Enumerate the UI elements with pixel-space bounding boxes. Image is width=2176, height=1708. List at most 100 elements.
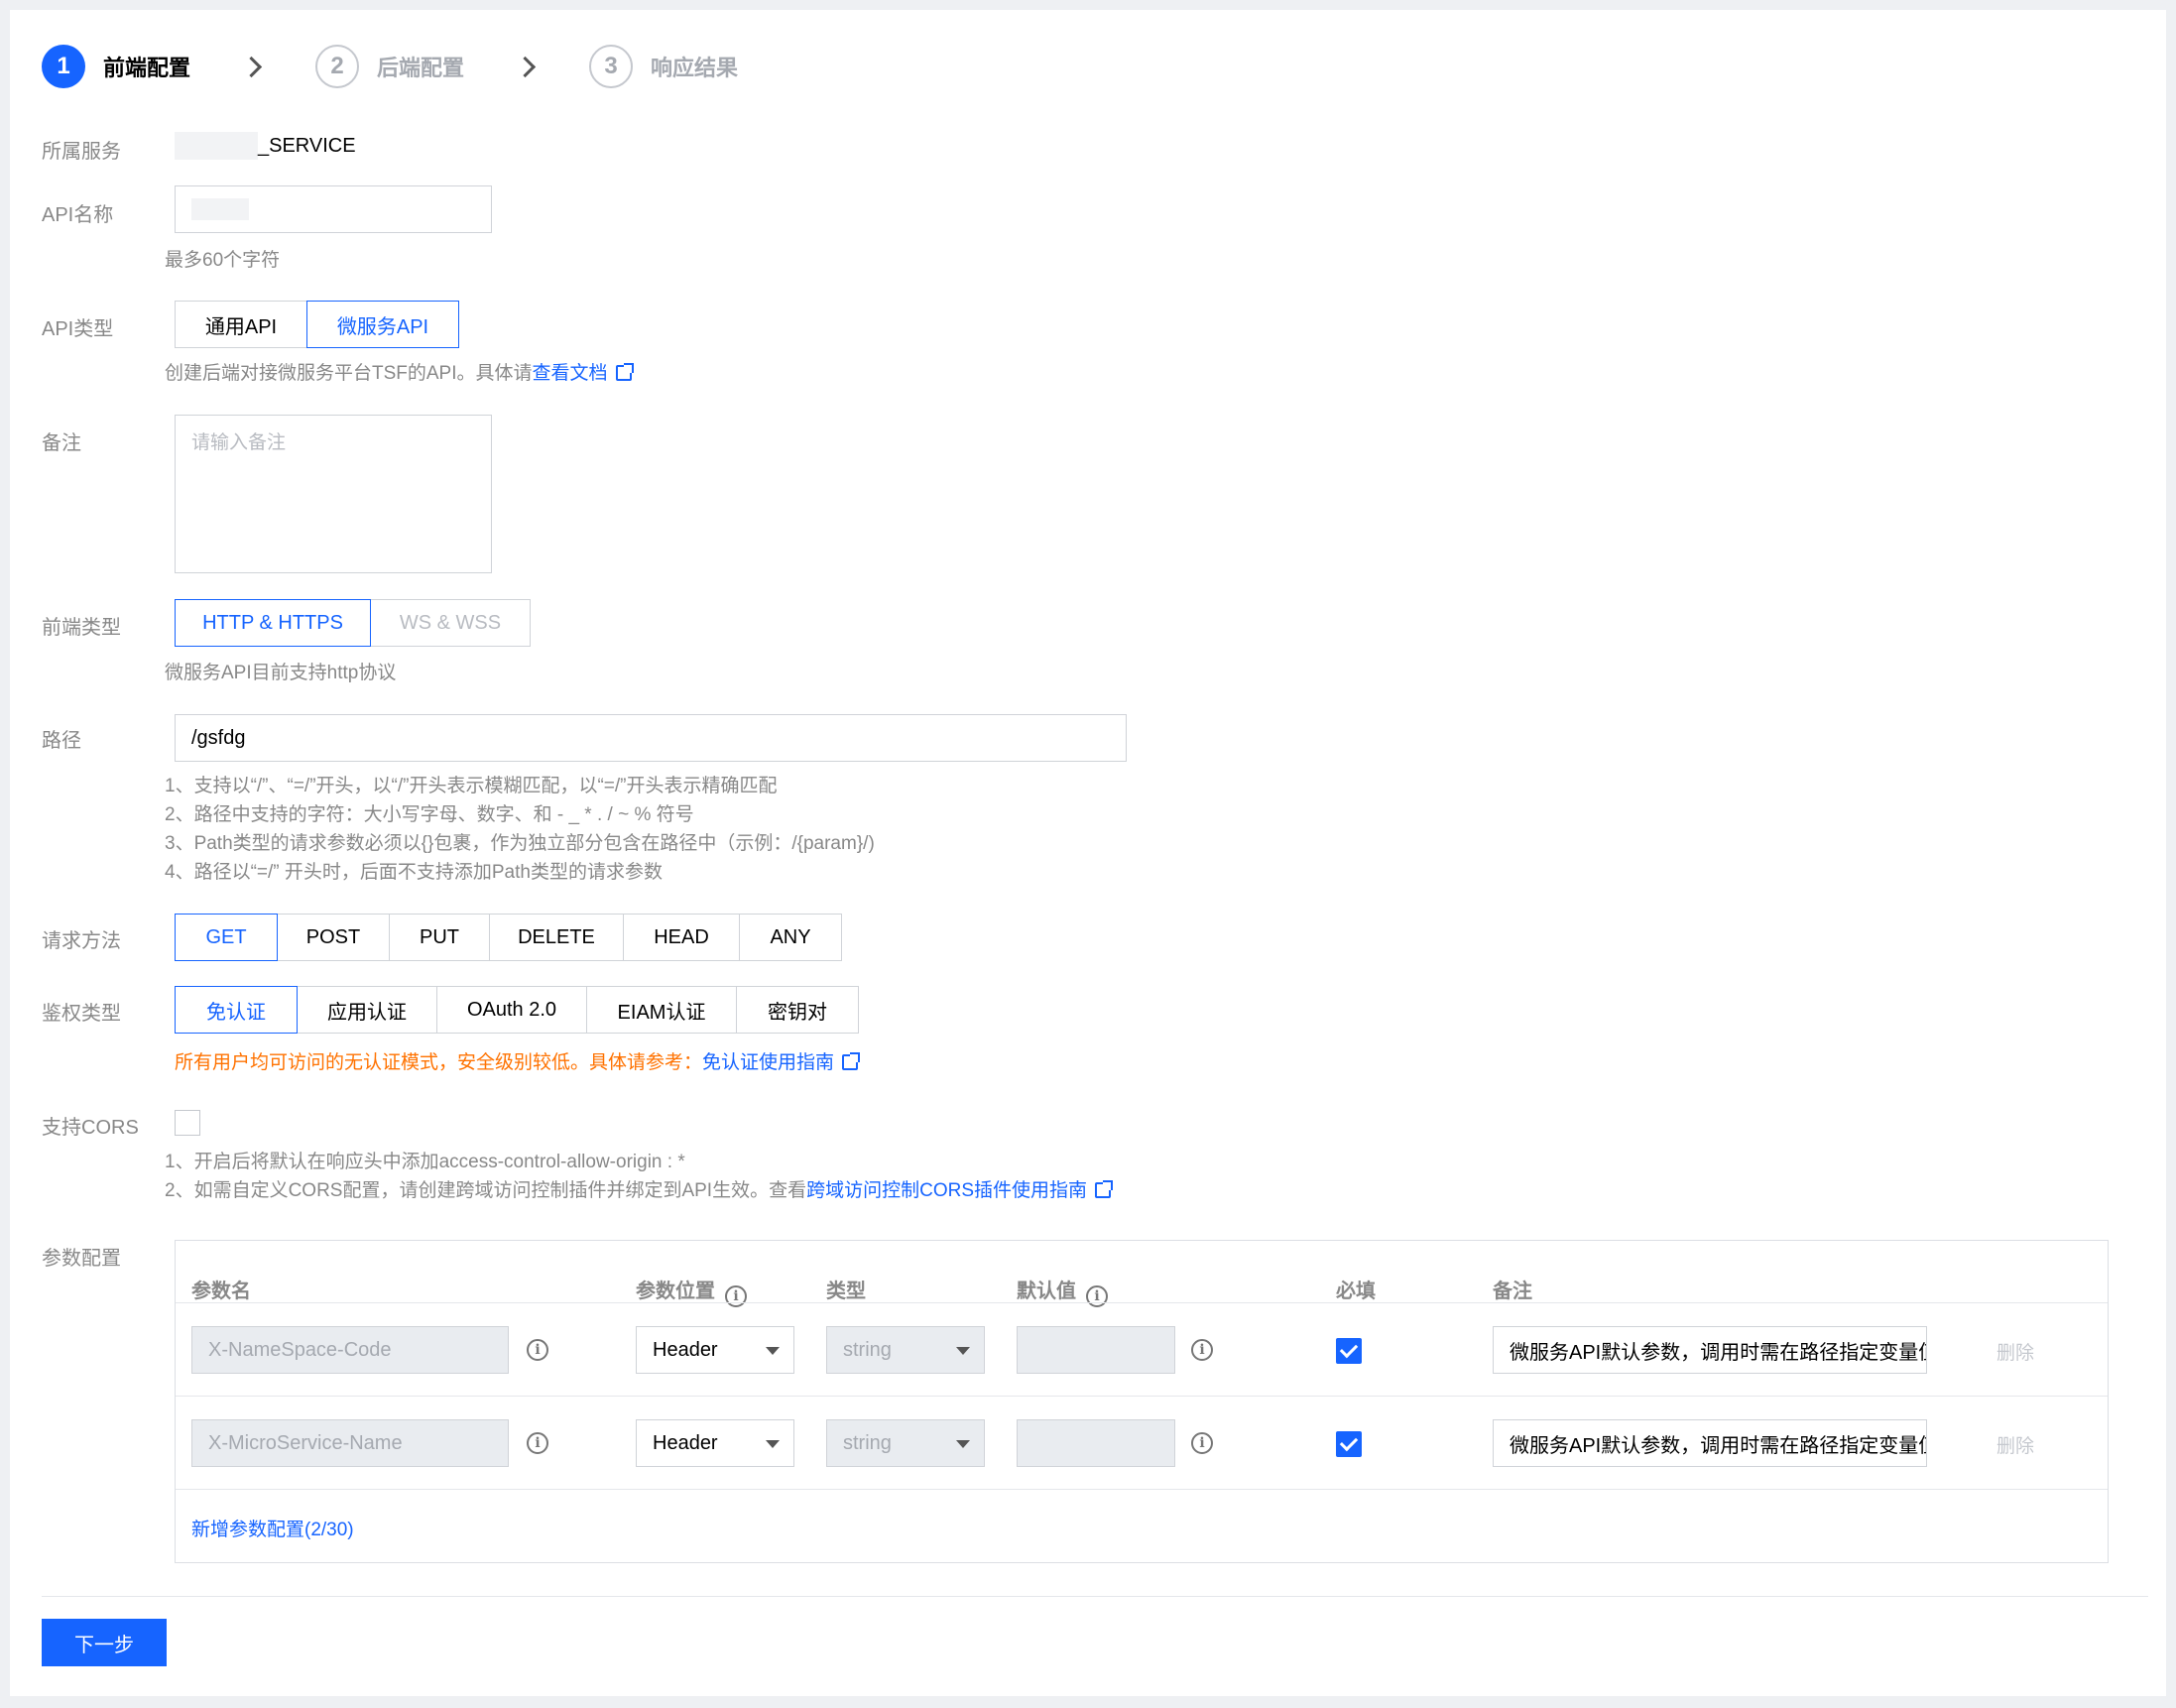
param-type-value: string bbox=[843, 1431, 892, 1454]
method-head-button[interactable]: HEAD bbox=[623, 914, 740, 961]
redacted-block bbox=[175, 132, 258, 160]
step-response[interactable]: 3 响应结果 bbox=[589, 45, 738, 88]
param-position-select[interactable]: Header bbox=[636, 1419, 794, 1467]
frontend-type-label: 前端类型 bbox=[42, 617, 121, 639]
api-type-general-button[interactable]: 通用API bbox=[175, 301, 307, 348]
auth-label: 鉴权类型 bbox=[42, 1003, 121, 1025]
info-icon[interactable]: i bbox=[1191, 1432, 1213, 1454]
auth-keypair-button[interactable]: 密钥对 bbox=[736, 986, 859, 1034]
api-name-label: API名称 bbox=[42, 204, 114, 226]
col-header-type: 类型 bbox=[826, 1281, 866, 1302]
step-label: 响应结果 bbox=[651, 56, 739, 80]
method-any-button[interactable]: ANY bbox=[739, 914, 842, 961]
add-param-link[interactable]: 新增参数配置(2/30) bbox=[191, 1515, 354, 1541]
path-hint-line: 1、支持以“/”、“=/”开头，以“/”开头表示模糊匹配，以“=/”开头表示精确… bbox=[165, 776, 778, 796]
param-position-select[interactable]: Header bbox=[636, 1326, 794, 1374]
external-link-icon[interactable] bbox=[1095, 1180, 1113, 1198]
step-number: 3 bbox=[589, 45, 634, 88]
api-type-hint-text: 创建后端对接微服务平台TSF的API。具体请 bbox=[165, 363, 533, 384]
param-type-select: string bbox=[826, 1419, 985, 1467]
step-frontend[interactable]: 1 前端配置 bbox=[42, 45, 190, 88]
col-header-name: 参数名 bbox=[191, 1281, 251, 1302]
step-label: 前端配置 bbox=[103, 56, 191, 80]
service-value-wrap: _SERVICE bbox=[175, 131, 356, 161]
caret-down-icon bbox=[766, 1347, 780, 1355]
auth-app-button[interactable]: 应用认证 bbox=[297, 986, 437, 1034]
path-hint-line: 4、路径以“=/” 开头时，后面不支持添加Path类型的请求参数 bbox=[165, 862, 663, 883]
path-input[interactable]: /gsfdg bbox=[175, 714, 1127, 762]
info-icon[interactable]: i bbox=[1086, 1285, 1108, 1307]
param-remark-input[interactable]: 微服务API默认参数，调用时需在路径指定变量值 bbox=[1493, 1419, 1927, 1467]
param-position-value: Header bbox=[653, 1431, 718, 1454]
step-backend[interactable]: 2 后端配置 bbox=[315, 45, 464, 88]
param-required-checkbox bbox=[1336, 1338, 1362, 1364]
cors-hint-line: 2、如需自定义CORS配置，请创建跨域访问控制插件并绑定到API生效。查看跨域访… bbox=[165, 1176, 1113, 1205]
view-docs-link[interactable]: 查看文档 bbox=[533, 363, 608, 384]
api-type-segmented: 通用API 微服务API bbox=[175, 301, 459, 348]
remark-textarea[interactable] bbox=[175, 415, 492, 573]
step-label: 后端配置 bbox=[377, 56, 465, 80]
method-segmented: GET POST PUT DELETE HEAD ANY bbox=[175, 914, 842, 961]
auth-warning-text: 所有用户均可访问的无认证模式，安全级别较低。具体请参考： bbox=[175, 1052, 703, 1073]
col-header-default-text: 默认值 bbox=[1017, 1281, 1076, 1302]
param-remark-input[interactable]: 微服务API默认参数，调用时需在路径指定变量值 bbox=[1493, 1326, 1927, 1374]
cors-hint-line: 1、开启后将默认在响应头中添加access-control-allow-orig… bbox=[165, 1152, 685, 1172]
info-icon[interactable]: i bbox=[527, 1432, 548, 1454]
col-header-position-text: 参数位置 bbox=[636, 1281, 715, 1302]
method-put-button[interactable]: PUT bbox=[389, 914, 490, 961]
path-hint-line: 3、Path类型的请求参数必须以{}包裹，作为独立部分包含在路径中（示例：/{p… bbox=[165, 833, 875, 854]
path-hints: 1、支持以“/”、“=/”开头，以“/”开头表示模糊匹配，以“=/”开头表示精确… bbox=[165, 772, 875, 887]
api-type-microservice-button[interactable]: 微服务API bbox=[306, 301, 459, 348]
method-delete-button[interactable]: DELETE bbox=[489, 914, 624, 961]
stepper: 1 前端配置 2 后端配置 3 响应结果 bbox=[42, 44, 738, 89]
next-step-button[interactable]: 下一步 bbox=[42, 1619, 167, 1666]
service-value: _SERVICE bbox=[258, 134, 356, 157]
frontend-http-button[interactable]: HTTP & HTTPS bbox=[175, 599, 371, 647]
auth-oauth-button[interactable]: OAuth 2.0 bbox=[436, 986, 587, 1034]
path-hint-line: 2、路径中支持的字符：大小写字母、数字、和 - _ * . / ~ % 符号 bbox=[165, 804, 694, 825]
row-divider bbox=[176, 1302, 2108, 1303]
method-label: 请求方法 bbox=[42, 930, 121, 952]
external-link-icon[interactable] bbox=[842, 1052, 861, 1070]
caret-down-icon bbox=[766, 1440, 780, 1448]
chevron-right-icon bbox=[516, 56, 538, 77]
step-number: 2 bbox=[315, 45, 360, 88]
auth-none-button[interactable]: 免认证 bbox=[175, 986, 298, 1034]
auth-eiam-button[interactable]: EIAM认证 bbox=[586, 986, 737, 1034]
form-card: 1 前端配置 2 后端配置 3 响应结果 所属服务 _SERVICE API名称… bbox=[10, 10, 2166, 1696]
cors-hints: 1、开启后将默认在响应头中添加access-control-allow-orig… bbox=[165, 1148, 1113, 1205]
redacted-block bbox=[191, 198, 249, 220]
param-required-checkbox bbox=[1336, 1431, 1362, 1457]
col-header-remark: 备注 bbox=[1493, 1281, 1532, 1302]
info-icon[interactable]: i bbox=[527, 1339, 548, 1361]
param-default-input bbox=[1017, 1419, 1175, 1467]
frontend-type-hint: 微服务API目前支持http协议 bbox=[165, 663, 397, 683]
chevron-right-icon bbox=[242, 56, 264, 77]
param-name-input: X-NameSpace-Code bbox=[191, 1326, 509, 1374]
frontend-ws-button: WS & WSS bbox=[370, 599, 531, 647]
frontend-type-segmented: HTTP & HTTPS WS & WSS bbox=[175, 599, 531, 647]
param-delete-link: 删除 bbox=[1996, 1343, 2035, 1364]
param-position-value: Header bbox=[653, 1338, 718, 1361]
api-type-hint: 创建后端对接微服务平台TSF的API。具体请查看文档 bbox=[165, 359, 634, 388]
params-label: 参数配置 bbox=[42, 1248, 121, 1270]
api-name-hint: 最多60个字符 bbox=[165, 250, 281, 271]
param-type-value: string bbox=[843, 1338, 892, 1361]
external-link-icon[interactable] bbox=[615, 363, 634, 381]
step-number: 1 bbox=[42, 45, 85, 88]
cors-checkbox[interactable] bbox=[175, 1110, 200, 1136]
info-icon[interactable]: i bbox=[1191, 1339, 1213, 1361]
footer-divider bbox=[42, 1596, 2148, 1597]
cors-guide-link[interactable]: 跨域访问控制CORS插件使用指南 bbox=[806, 1180, 1087, 1201]
caret-down-icon bbox=[956, 1347, 970, 1355]
info-icon[interactable]: i bbox=[725, 1285, 747, 1307]
method-get-button[interactable]: GET bbox=[175, 914, 278, 961]
method-post-button[interactable]: POST bbox=[277, 914, 390, 961]
auth-guide-link[interactable]: 免认证使用指南 bbox=[702, 1052, 834, 1073]
param-type-select: string bbox=[826, 1326, 985, 1374]
params-table: 参数名 参数位置 i 类型 默认值 i 必填 备注 X-NameSpace-Code… bbox=[175, 1240, 2109, 1563]
api-name-input[interactable] bbox=[175, 185, 492, 233]
service-label: 所属服务 bbox=[42, 141, 121, 163]
path-label: 路径 bbox=[42, 730, 81, 752]
cors-label: 支持CORS bbox=[42, 1117, 139, 1139]
